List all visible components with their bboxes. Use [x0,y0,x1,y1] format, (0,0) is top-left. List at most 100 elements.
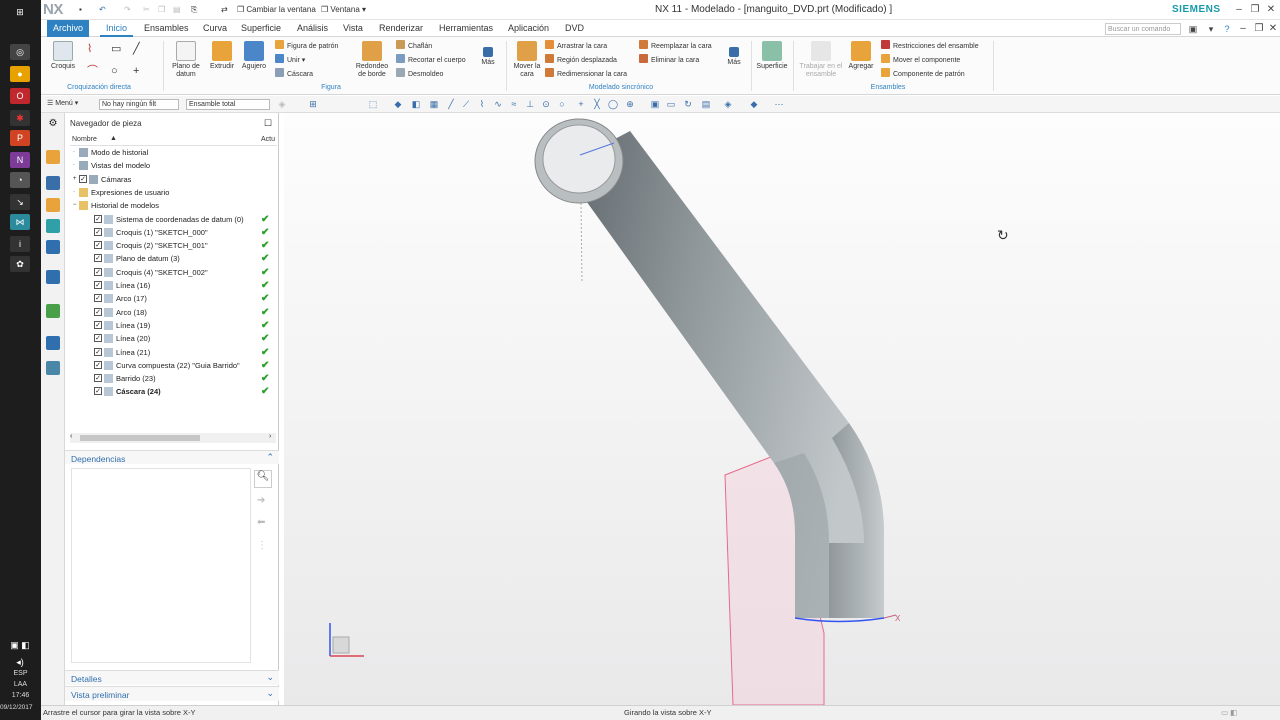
superficie-button[interactable]: Superficie [754,41,790,71]
box-select-icon[interactable]: ⬚ [368,99,378,109]
snap-quad-icon[interactable]: ⊕ [625,99,635,109]
tree-row[interactable]: ✓ Línea (16) ✔ [65,279,275,292]
reuse-library-icon[interactable] [46,219,60,233]
list-options-icon[interactable]: ⋮ [257,540,267,551]
view-orient-icon[interactable]: ▤ [701,99,711,109]
redimensionar-cara-button[interactable]: Redimensionar la cara [545,68,627,80]
window-icon[interactable]: ▣ [1186,22,1200,36]
snap-tangent-icon[interactable]: ∿ [493,99,503,109]
visibility-checkbox[interactable]: ✓ [94,307,102,316]
more-figura-button[interactable]: Más [475,47,501,67]
col-name-header[interactable]: Nombre [72,136,97,143]
snap-line-icon[interactable]: ╱ [446,99,456,109]
profile-icon[interactable]: ⌇ [87,43,92,55]
select-icon[interactable]: ⊞ [308,99,318,109]
snap-circle-icon[interactable]: ○ [557,99,567,109]
redondeo-borde-button[interactable]: Redondeo de borde [352,41,392,79]
app-icon-1[interactable]: ◎ [10,44,30,60]
tree-row[interactable]: ✓ Croquis (2) "SKETCH_001" ✔ [65,239,275,252]
chrome-icon[interactable]: ● [10,66,30,82]
tab-ensambles[interactable]: Ensambles [138,20,195,37]
expand-toggle-icon[interactable]: · [73,159,75,172]
history-icon[interactable] [46,270,60,284]
assembly-filter-select[interactable]: Ensamble total [186,99,270,110]
arc-icon[interactable]: ⌒ [87,65,98,77]
visibility-checkbox[interactable]: ✓ [94,334,102,343]
tree-row[interactable]: · Modo de historial [65,146,275,159]
snap-curve-icon[interactable]: ⌇ [477,99,487,109]
visibility-checkbox[interactable]: ✓ [94,227,102,236]
app-icon-5[interactable]: i [10,236,30,252]
chaflan-button[interactable]: Chaflán [396,40,432,52]
doc-minimize-button[interactable]: – [1236,22,1250,36]
componente-patron-button[interactable]: Componente de patrón [881,68,965,80]
expand-toggle-icon[interactable]: + [73,173,77,186]
tree-row[interactable]: ✓ Línea (21) ✔ [65,346,275,359]
shaded-icon[interactable]: ◆ [393,99,403,109]
app-icon-3[interactable]: ↘ [10,194,30,210]
visibility-checkbox[interactable]: ✓ [94,374,102,383]
copy-icon[interactable]: ❐ [158,3,165,17]
web-browser-icon[interactable] [46,240,60,254]
onenote-icon[interactable]: N [10,152,30,168]
mover-cara-button[interactable]: Mover la cara [510,41,544,79]
reemplazar-cara-button[interactable]: Reemplazar la cara [639,40,712,52]
tab-options-icon[interactable]: ▾ [1204,22,1218,36]
volume-icon[interactable]: ◂) [10,654,30,670]
process-studio-icon[interactable] [46,336,60,350]
collapse-icon[interactable]: ⌃ [266,452,274,463]
app-icon-2[interactable]: ✱ [10,110,30,126]
command-search-input[interactable]: Buscar un comando [1105,23,1181,35]
visibility-checkbox[interactable]: ✓ [94,267,102,276]
agujero-button[interactable]: Agujero [237,41,271,71]
clock-date[interactable]: 09/12/2017 [0,703,41,713]
tree-row[interactable]: ✓ Barrido (23) ✔ [65,372,275,385]
roles-icon[interactable] [46,361,60,375]
magnifier-icon[interactable]: 🔍︎ [254,470,272,488]
maximize-panel-icon[interactable]: ☐ [264,118,272,129]
status-icon[interactable]: ▭ ◧ [1221,708,1237,717]
doc-restore-button[interactable]: ❐ [1252,22,1266,36]
system-materials-icon[interactable] [46,304,60,318]
view-zoom-icon[interactable]: ▭ [666,99,676,109]
tree-row[interactable]: · Vistas del modelo [65,159,275,172]
extrudir-button[interactable]: Extrudir [205,41,239,71]
view-cube-icon[interactable]: ◧ [411,99,421,109]
filter-reset-icon[interactable]: ◈ [277,99,287,109]
expand-toggle-icon[interactable]: · [73,186,75,199]
switch-window-button[interactable]: ❒ Cambiar la ventana [237,3,316,17]
snap-intersect-icon[interactable]: ╳ [592,99,602,109]
tab-analisis[interactable]: Análisis [291,20,334,37]
tray-icons[interactable]: ▣ ◧ [10,637,30,653]
save-icon[interactable]: ▪ [79,3,82,17]
eliminar-cara-button[interactable]: Eliminar la cara [639,54,699,66]
grid-snap-icon[interactable]: ▦ [429,99,439,109]
scrollbar-thumb[interactable] [80,435,200,441]
tab-vista[interactable]: Vista [337,20,369,37]
visibility-checkbox[interactable]: ✓ [94,281,102,289]
tab-inicio[interactable]: Inicio [100,20,134,37]
help-icon[interactable]: ? [1220,22,1234,36]
paste-icon[interactable]: ▤ [173,3,181,17]
tree-row[interactable]: ✓ Sistema de coordenadas de datum (0) ✔ [65,213,275,226]
visibility-checkbox[interactable]: ✓ [94,214,102,223]
assembly-navigator-icon[interactable] [46,150,60,164]
tree-row[interactable]: + ✓ Cámaras [65,173,275,186]
snap-end-icon[interactable]: ⟋ [461,99,471,109]
tree-row[interactable]: − Historial de modelos [65,199,275,212]
app-icon-6[interactable]: ✿ [10,256,30,272]
visibility-checkbox[interactable]: ✓ [94,347,102,356]
tab-curva[interactable]: Curva [197,20,233,37]
col-updated-header[interactable]: Actu [261,136,275,143]
tree-row[interactable]: ✓ Línea (19) ✔ [65,319,275,332]
previous-icon[interactable]: ⬅ [257,517,265,528]
view-rotate-icon[interactable]: ↻ [683,99,693,109]
tab-aplicacion[interactable]: Aplicación [502,20,555,37]
scroll-right-icon[interactable]: › [269,433,271,440]
repeat-command-icon[interactable]: ⎘ [191,3,197,17]
graphics-window[interactable]: X ↻ [284,113,1280,705]
clock-time[interactable]: 17:46 [0,691,41,701]
undo-icon[interactable]: ↶ [99,3,106,17]
snap-face-icon[interactable]: ◯ [608,99,618,109]
tree-row[interactable]: ✓ Curva compuesta (22) "Guia Barrido" ✔ [65,359,275,372]
